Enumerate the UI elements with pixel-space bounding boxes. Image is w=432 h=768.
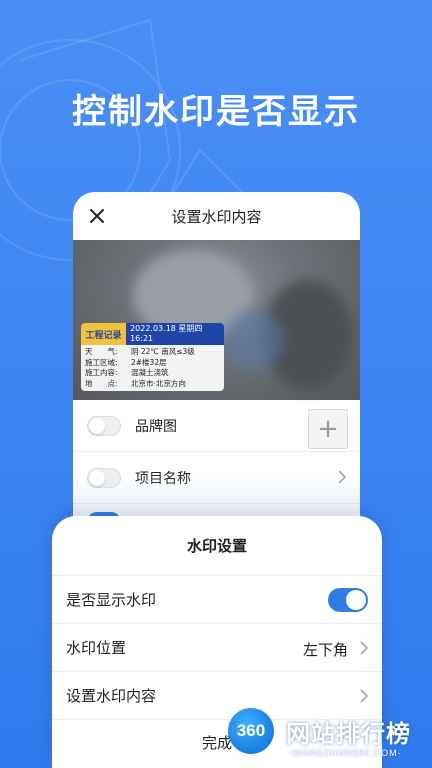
page-headline: 控制水印是否显示 xyxy=(72,92,360,132)
screen-title: 设置水印内容 xyxy=(171,207,262,226)
row-label: 设置水印内容 xyxy=(66,687,157,705)
watermark-field: 施工区域: 2#楼32层 xyxy=(85,357,167,367)
sheet-title: 水印设置 xyxy=(52,516,382,576)
plus-icon: + xyxy=(317,414,339,444)
show-watermark-row: 是否显示水印 xyxy=(52,576,382,624)
brand-image-toggle[interactable] xyxy=(87,415,121,436)
watermark-position-row[interactable]: 水印位置 左下角 xyxy=(52,624,382,672)
blur-blob xyxy=(223,310,283,370)
show-watermark-toggle[interactable] xyxy=(328,588,368,612)
watermark-field: 地 点: 北京市·北京方向 xyxy=(85,378,186,388)
watermark-card: 工程记录 2022.03.18 星期四 16:21 天 气: 阴 22℃ 南风≤3… xyxy=(81,323,224,391)
watermark-tag: 工程记录 xyxy=(81,323,127,345)
row-label: 是否显示水印 xyxy=(66,591,157,609)
site-watermark: 360 网站排行榜 -WANGZHAN360.COM- xyxy=(224,704,432,768)
row-label: 水印位置 xyxy=(66,639,127,657)
watermark-datetime: 2022.03.18 星期四 16:21 xyxy=(130,324,203,343)
site-url: -WANGZHAN360.COM- xyxy=(288,748,402,758)
chevron-right-icon xyxy=(360,641,368,655)
close-button[interactable] xyxy=(87,206,107,226)
watermark-field: 天 气: 阴 22℃ 南风≤3级 xyxy=(85,347,195,356)
watermark-fields: 天 气: 阴 22℃ 南风≤3级 施工区域: 2#楼32层 施工内容: 混凝土浇筑 地… xyxy=(81,345,224,391)
screen-header: 设置水印内容 xyxy=(73,192,360,240)
option-label: 品牌图 xyxy=(135,418,177,435)
photo-preview: 工程记录 2022.03.18 星期四 16:21 天 气: 阴 22℃ 南风≤3… xyxy=(73,240,360,400)
watermark-position-value: 左下角 xyxy=(302,641,348,659)
site-logo: 360 xyxy=(228,708,274,754)
option-brand-image: 品牌图 + xyxy=(73,400,360,452)
close-icon xyxy=(90,209,104,223)
chevron-right-icon xyxy=(360,689,368,703)
add-brand-image-button[interactable]: + xyxy=(308,409,348,449)
site-name: 网站排行榜 xyxy=(286,720,411,748)
watermark-header: 工程记录 2022.03.18 星期四 16:21 xyxy=(81,323,224,345)
watermark-field: 施工内容: 混凝土浇筑 xyxy=(85,368,169,377)
